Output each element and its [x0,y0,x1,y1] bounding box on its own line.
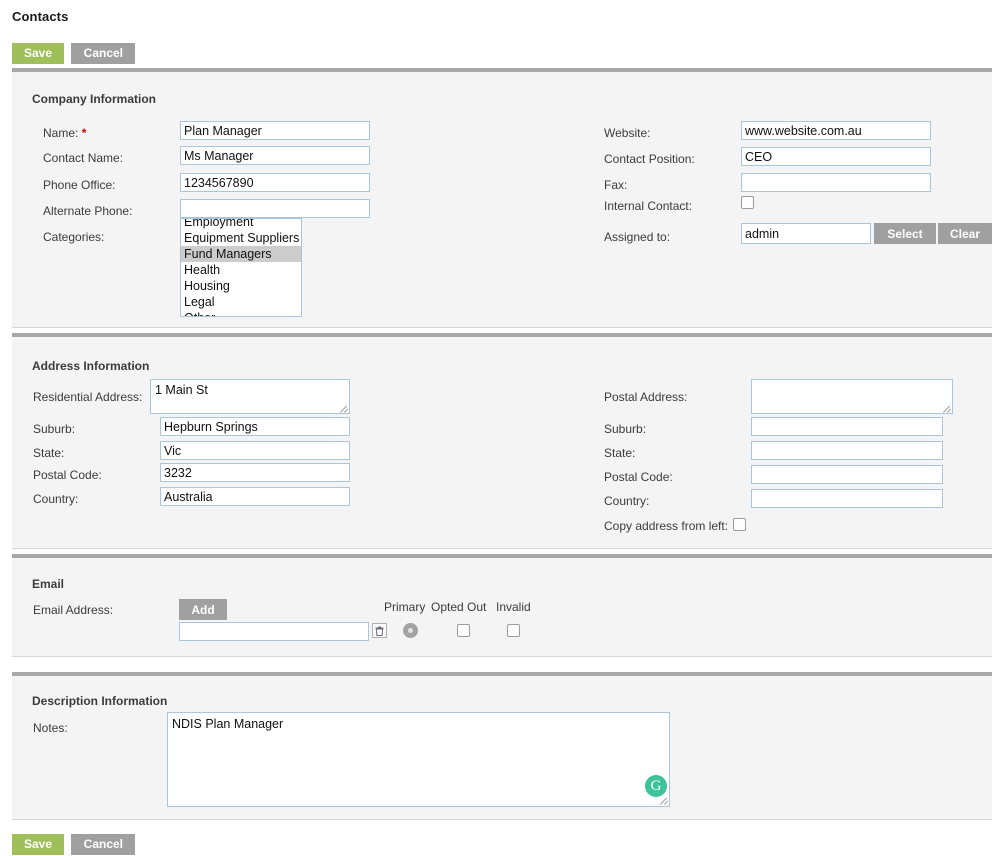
postal-address-label: Postal Address: [604,390,688,404]
residential-address-label: Residential Address: [33,390,143,404]
contacts-edit-page: Contacts Save Cancel Company Information… [0,0,992,856]
categories-label: Categories: [43,230,105,244]
category-option[interactable]: Other [181,310,301,316]
name-label: Name: * [43,126,87,140]
contact-position-label: Contact Position: [604,152,695,166]
contact-position-input[interactable] [741,147,931,166]
cancel-button-top[interactable]: Cancel [71,43,136,64]
alternate-phone-label: Alternate Phone: [43,204,133,218]
postal-postal-code-label: Postal Code: [604,470,673,484]
category-option[interactable]: Employment [181,219,301,230]
postal-country-label: Country: [604,494,650,508]
internal-contact-checkbox[interactable] [741,196,754,209]
grammarly-glyph: G [650,778,662,794]
residential-postal-code-label: Postal Code: [33,468,102,482]
fax-input[interactable] [741,173,931,192]
contact-name-label: Contact Name: [43,151,124,165]
postal-suburb-label: Suburb: [604,422,647,436]
alternate-phone-input[interactable] [180,199,370,218]
residential-suburb-input[interactable] [160,417,350,436]
residential-country-input[interactable] [160,487,350,506]
category-option[interactable]: Fund Managers [181,246,301,262]
save-button-top[interactable]: Save [12,43,64,64]
page-title: Contacts [12,9,69,24]
copy-address-label: Copy address from left: [604,519,729,533]
residential-country-label: Country: [33,492,79,506]
email-opted-out-checkbox[interactable] [457,624,470,637]
postal-country-input[interactable] [751,489,943,508]
email-address-input[interactable] [179,622,369,641]
add-email-button[interactable]: Add [179,599,227,620]
website-label: Website: [604,126,651,140]
postal-address-textarea[interactable] [751,379,953,414]
address-information-title: Address Information [32,359,150,373]
copy-address-from-left-checkbox[interactable] [733,518,746,531]
contact-name-input[interactable] [180,146,370,165]
email-primary-radio[interactable] [403,623,418,638]
email-section: Email Email Address: Add Primary Opted O… [12,554,992,657]
phone-office-input[interactable] [180,173,370,192]
top-action-bar: Save Cancel [12,43,136,64]
name-input[interactable] [180,121,370,140]
residential-state-label: State: [33,446,65,460]
email-title: Email [32,577,65,591]
residential-postal-code-input[interactable] [160,463,350,482]
postal-state-label: State: [604,446,636,460]
description-information-title: Description Information [32,694,168,708]
delete-email-icon[interactable] [372,623,387,638]
fax-label: Fax: [604,178,628,192]
email-address-label: Email Address: [33,603,114,617]
invalid-column-header: Invalid [496,600,531,614]
opted-out-column-header: Opted Out [431,600,487,614]
postal-postal-code-input[interactable] [751,465,943,484]
category-option[interactable]: Legal [181,294,301,310]
category-option[interactable]: Equipment Suppliers [181,230,301,246]
notes-textarea[interactable] [167,712,670,807]
assigned-to-input[interactable] [741,223,871,244]
assigned-to-select-button[interactable]: Select [874,223,936,244]
categories-listbox[interactable]: Employment Equipment Suppliers Fund Manage… [180,218,302,317]
trash-icon [375,626,384,636]
postal-state-input[interactable] [751,441,943,460]
internal-contact-label: Internal Contact: [604,199,693,213]
description-information-section: Description Information Notes: G [12,672,992,820]
postal-suburb-input[interactable] [751,417,943,436]
grammarly-assistant-icon[interactable]: G [645,775,667,797]
address-information-section: Address Information Residential Address:… [12,333,992,549]
company-information-section: Company Information Name: * Contact Name… [12,68,992,328]
bottom-action-bar: Save Cancel [12,834,136,855]
website-input[interactable] [741,121,931,140]
cancel-button-bottom[interactable]: Cancel [71,834,136,855]
notes-label: Notes: [33,721,68,735]
assigned-to-label: Assigned to: [604,230,671,244]
category-option[interactable]: Housing [181,278,301,294]
required-marker: * [81,126,87,140]
residential-suburb-label: Suburb: [33,422,76,436]
assigned-to-clear-button[interactable]: Clear [938,223,992,244]
category-option[interactable]: Health [181,262,301,278]
residential-state-input[interactable] [160,441,350,460]
phone-office-label: Phone Office: [43,178,116,192]
company-information-title: Company Information [32,92,157,106]
email-invalid-checkbox[interactable] [507,624,520,637]
residential-address-textarea[interactable] [150,379,350,414]
save-button-bottom[interactable]: Save [12,834,64,855]
primary-column-header: Primary [384,600,426,614]
